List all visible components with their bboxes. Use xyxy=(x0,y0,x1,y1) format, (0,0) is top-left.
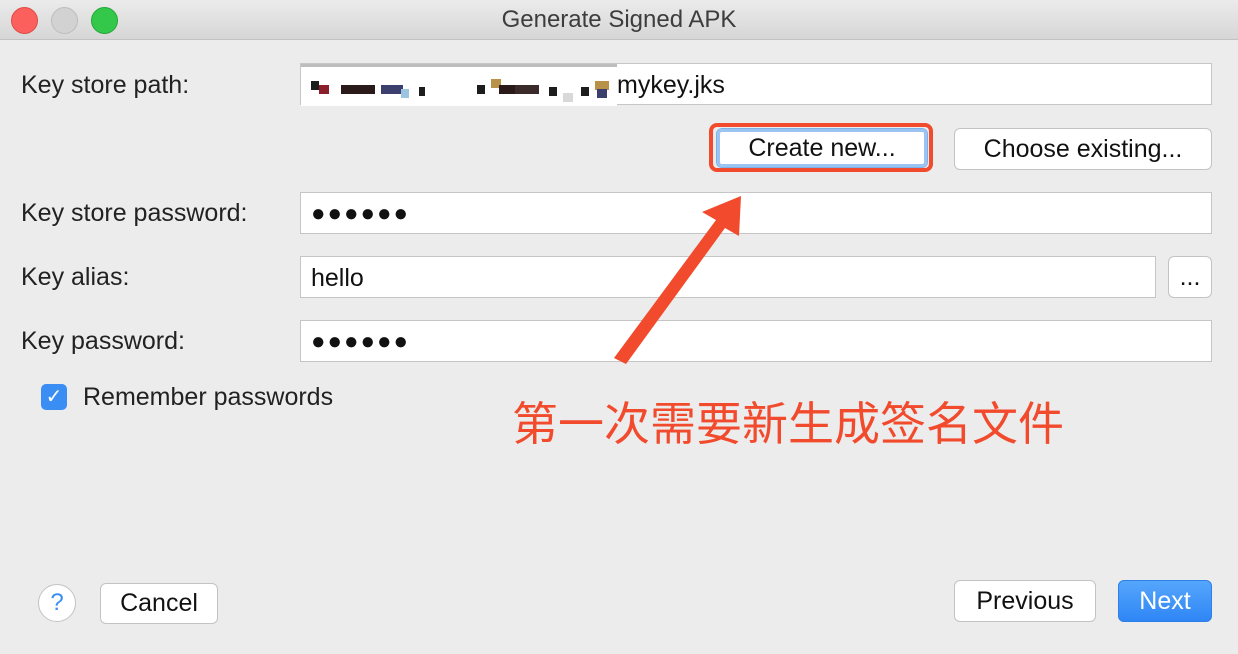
annotation-text: 第一次需要新生成签名文件 xyxy=(512,397,1064,451)
cancel-button-label: Cancel xyxy=(120,589,198,617)
previous-button-label: Previous xyxy=(976,587,1074,615)
next-button-label: Next xyxy=(1139,587,1191,615)
previous-button[interactable]: Previous xyxy=(954,580,1096,622)
next-button[interactable]: Next xyxy=(1118,580,1212,622)
help-icon[interactable]: ? xyxy=(38,584,76,622)
cancel-button[interactable]: Cancel xyxy=(100,583,218,624)
annotation-arrow-icon xyxy=(614,196,741,364)
